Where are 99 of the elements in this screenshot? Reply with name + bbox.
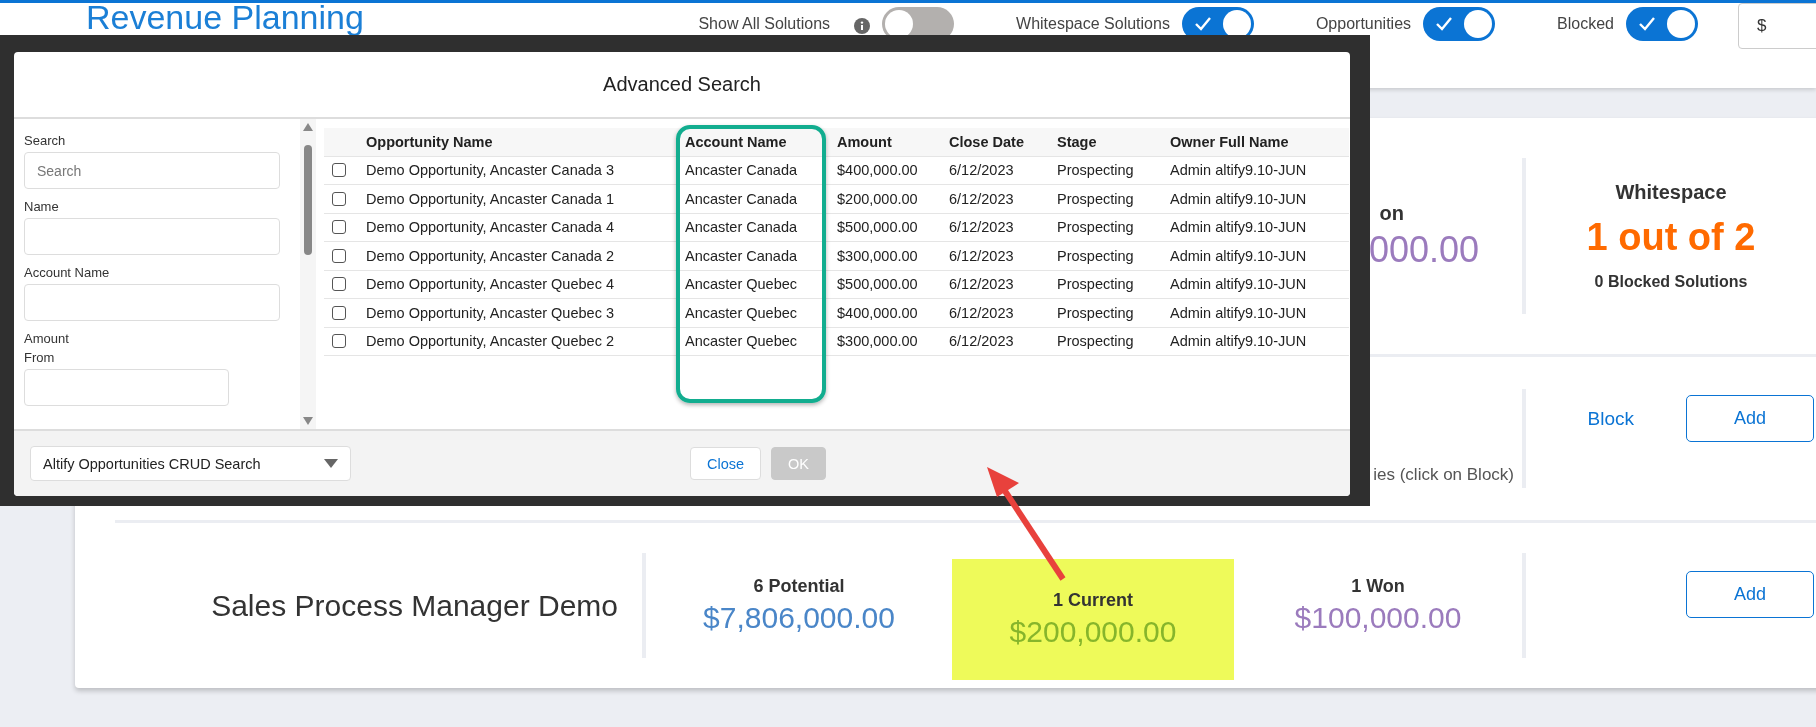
check-icon	[1638, 16, 1656, 32]
table-cell: Prospecting	[1047, 327, 1160, 356]
input-field[interactable]	[24, 369, 229, 406]
table-cell: Prospecting	[1047, 270, 1160, 299]
table-cell: Admin altify9.10-JUN	[1160, 156, 1349, 185]
table-cell: Ancaster Canada	[675, 184, 827, 213]
table-cell: Demo Opportunity, Ancaster Canada 3	[356, 156, 675, 185]
stat-value: $200,000.00	[1009, 615, 1177, 649]
dropdown-value: Altify Opportunities CRUD Search	[43, 455, 261, 472]
hint-text: ies (click on Block)	[1373, 464, 1514, 485]
table-cell: $500,000.00	[827, 213, 939, 242]
layout-dropdown[interactable]: Altify Opportunities CRUD Search	[30, 446, 351, 481]
table-cell: $300,000.00	[827, 327, 939, 356]
row-checkbox[interactable]	[332, 305, 346, 320]
table-cell: Prospecting	[1047, 156, 1160, 185]
table-cell: Demo Opportunity, Ancaster Canada 4	[356, 213, 675, 242]
currency-field[interactable]: $	[1738, 3, 1816, 49]
table-cell: 6/12/2023	[939, 270, 1047, 299]
table-cell: Prospecting	[1047, 184, 1160, 213]
row-checkbox[interactable]	[332, 277, 346, 292]
table-cell: $200,000.00	[827, 184, 939, 213]
caret-icon	[324, 459, 338, 468]
check-icon	[1193, 16, 1212, 32]
toggle-switch[interactable]	[1626, 7, 1698, 41]
row-checkbox[interactable]	[332, 220, 346, 235]
solution-name: Sales Process Manager Demo	[211, 588, 618, 623]
stat-label: Whitespace	[1615, 181, 1727, 204]
table-cell: Demo Opportunity, Ancaster Quebec 4	[356, 270, 675, 299]
field-label: Account Name	[24, 265, 111, 280]
table-cell: $400,000.00	[827, 298, 939, 327]
stat-label: 1 Won	[1351, 576, 1405, 597]
stat-label: on	[1379, 201, 1404, 225]
toggle-label: Whitespace Solutions	[1016, 15, 1170, 33]
field-label: Search	[24, 133, 67, 148]
toggle-label: Blocked	[1557, 15, 1614, 33]
close-button[interactable]: Close	[690, 447, 762, 480]
toggle-label: Show All Solutions	[698, 15, 831, 33]
table-cell: Admin altify9.10-JUN	[1160, 298, 1349, 327]
blocked-count: 0 Blocked Solutions	[1594, 273, 1748, 291]
toggle-label: Opportunities	[1315, 15, 1412, 33]
stat-label: 6 Potential	[753, 576, 845, 597]
scrollbar[interactable]	[300, 119, 316, 429]
row-checkbox[interactable]	[332, 163, 346, 178]
table-cell: 6/12/2023	[939, 156, 1047, 185]
row-checkbox[interactable]	[332, 334, 346, 349]
row-checkbox[interactable]	[332, 248, 346, 263]
stat-value: $7,806,000.00	[703, 601, 895, 635]
block-link[interactable]: Block	[1587, 407, 1634, 430]
table-cell: Demo Opportunity, Ancaster Canada 1	[356, 184, 675, 213]
table-cell: Admin altify9.10-JUN	[1160, 327, 1349, 356]
column-header[interactable]: Stage	[1047, 128, 1160, 156]
table-cell: Ancaster Canada	[675, 156, 827, 185]
stat-value: 1 out of 2	[1586, 216, 1756, 259]
table-cell: Ancaster Quebec	[675, 298, 827, 327]
stat-label: 1 Current	[1053, 590, 1133, 611]
table-cell: $300,000.00	[827, 241, 939, 270]
table-cell: $400,000.00	[827, 156, 939, 185]
table-cell: Ancaster Quebec	[675, 270, 827, 299]
scroll-down-icon[interactable]	[303, 417, 313, 425]
table-cell: 6/12/2023	[939, 241, 1047, 270]
table-cell: Prospecting	[1047, 241, 1160, 270]
page-title: Revenue Planning	[86, 0, 364, 35]
field-label: Name	[24, 199, 60, 214]
table-cell: Admin altify9.10-JUN	[1160, 184, 1349, 213]
table-cell: Demo Opportunity, Ancaster Quebec 2	[356, 327, 675, 356]
stat-value: 000.00	[1368, 228, 1479, 271]
dialog-title: Advanced Search	[603, 73, 761, 96]
check-icon	[1435, 16, 1454, 32]
input-field[interactable]: Search	[24, 152, 280, 189]
table-cell: Prospecting	[1047, 213, 1160, 242]
table-cell: Admin altify9.10-JUN	[1160, 241, 1349, 270]
input-field[interactable]	[24, 218, 280, 255]
table-cell: Prospecting	[1047, 298, 1160, 327]
input-field[interactable]	[24, 284, 280, 321]
add-button[interactable]: Add	[1686, 395, 1814, 442]
toggle-switch[interactable]	[1423, 7, 1496, 41]
table-cell: Admin altify9.10-JUN	[1160, 213, 1349, 242]
scrollbar-thumb[interactable]	[304, 145, 312, 255]
table-cell: Demo Opportunity, Ancaster Canada 2	[356, 241, 675, 270]
row-checkbox[interactable]	[332, 191, 346, 206]
table-cell: 6/12/2023	[939, 184, 1047, 213]
table-cell: 6/12/2023	[939, 298, 1047, 327]
table-cell: Ancaster Canada	[675, 213, 827, 242]
field-label: From	[24, 350, 56, 365]
table-cell: $500,000.00	[827, 270, 939, 299]
table-cell: Ancaster Canada	[675, 241, 827, 270]
add-button[interactable]: Add	[1686, 571, 1814, 618]
stat-value: $100,000.00	[1294, 601, 1462, 635]
column-header[interactable]: Amount	[827, 128, 939, 156]
table-cell: Admin altify9.10-JUN	[1160, 270, 1349, 299]
table-cell: Ancaster Quebec	[675, 327, 827, 356]
column-header[interactable]: Owner Full Name	[1160, 128, 1349, 156]
field-label: Amount	[24, 331, 70, 346]
table-cell: Demo Opportunity, Ancaster Quebec 3	[356, 298, 675, 327]
table-cell: 6/12/2023	[939, 327, 1047, 356]
scroll-up-icon[interactable]	[303, 123, 313, 131]
column-header[interactable]: Close Date	[939, 128, 1047, 156]
column-header[interactable]: Opportunity Name	[356, 128, 675, 156]
table-cell: 6/12/2023	[939, 213, 1047, 242]
